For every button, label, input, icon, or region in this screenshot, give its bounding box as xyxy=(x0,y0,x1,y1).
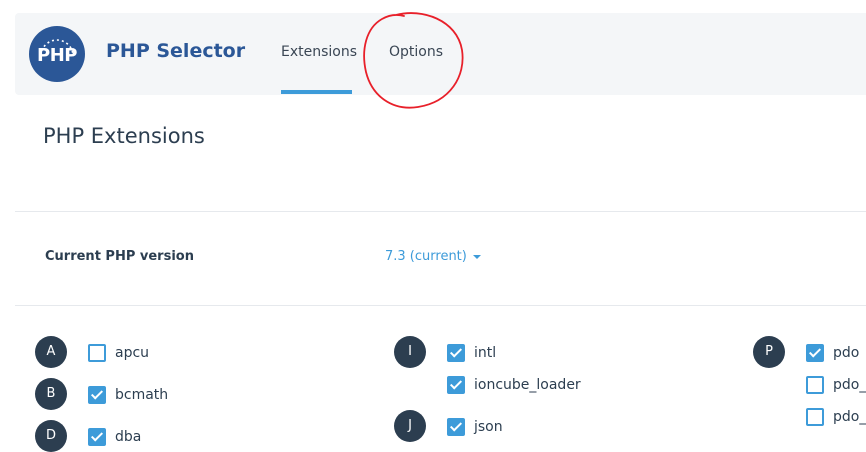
extension-label: intl xyxy=(474,345,497,361)
checkbox[interactable] xyxy=(447,376,465,394)
divider xyxy=(15,305,866,306)
checkbox[interactable] xyxy=(88,344,106,362)
tab-extensions[interactable]: Extensions xyxy=(281,44,357,60)
checkbox[interactable] xyxy=(806,376,824,394)
caret-down-icon xyxy=(472,254,481,259)
page-title: PHP Extensions xyxy=(43,124,205,148)
extension-label: ioncube_loader xyxy=(474,377,581,393)
tab-options[interactable]: Options xyxy=(389,44,443,60)
checkbox[interactable] xyxy=(806,344,824,362)
divider xyxy=(15,211,866,212)
checkbox[interactable] xyxy=(88,428,106,446)
checkbox[interactable] xyxy=(88,386,106,404)
extension-label: pdo_d xyxy=(833,377,866,393)
extension-label: pdo xyxy=(833,345,860,361)
checkbox[interactable] xyxy=(447,344,465,362)
letter-badge-d: D xyxy=(35,420,67,452)
extension-label: dba xyxy=(115,429,142,445)
extension-label: bcmath xyxy=(115,387,169,403)
php-logo: PHP xyxy=(29,26,85,82)
logo-text: PHP xyxy=(37,45,77,66)
letter-badge-b: B xyxy=(35,378,67,410)
extension-label: json xyxy=(474,419,503,435)
php-version-value: 7.3 (current) xyxy=(385,249,467,264)
active-tab-indicator xyxy=(281,90,352,94)
letter-badge-a: A xyxy=(35,336,67,368)
letter-badge-p: P xyxy=(753,336,785,368)
letter-badge-i: I xyxy=(394,336,426,368)
php-version-label: Current PHP version xyxy=(45,249,194,264)
app-title: PHP Selector xyxy=(106,40,246,62)
checkbox[interactable] xyxy=(806,408,824,426)
letter-badge-j: J xyxy=(394,410,426,442)
php-version-dropdown[interactable]: 7.3 (current) xyxy=(385,249,481,264)
checkbox[interactable] xyxy=(447,418,465,436)
extension-label: apcu xyxy=(115,345,150,361)
extension-label: pdo_f xyxy=(833,409,866,425)
